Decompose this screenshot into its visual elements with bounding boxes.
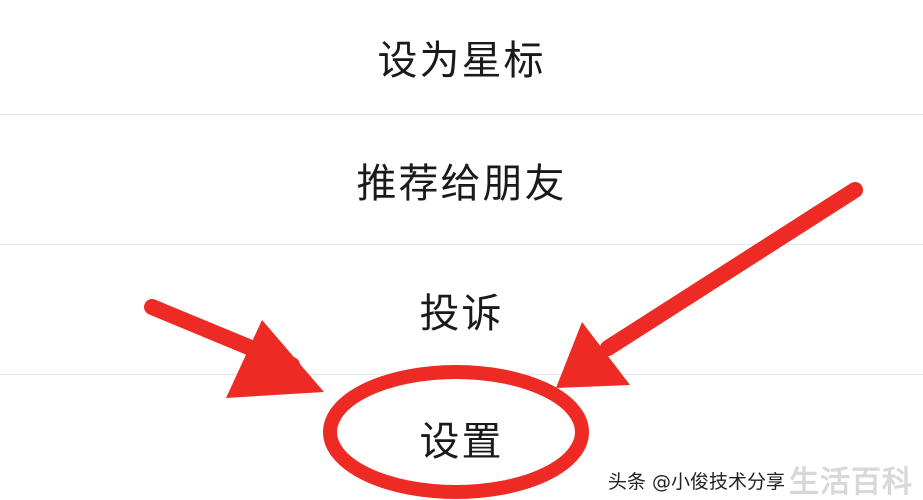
menu-item-label: 设为星标	[377, 38, 546, 84]
menu-item-label: 设置	[419, 418, 504, 465]
menu-item-complain[interactable]: 投诉	[0, 245, 923, 374]
menu-item-label: 投诉	[419, 290, 504, 337]
menu-item-settings[interactable]: 设置	[0, 375, 923, 500]
menu-item-recommend-to-friend[interactable]: 推荐给朋友	[0, 115, 923, 244]
menu-item-label: 推荐给朋友	[356, 160, 567, 207]
action-menu: 设为星标 推荐给朋友 投诉 设置	[0, 0, 923, 500]
menu-item-star[interactable]: 设为星标	[0, 0, 923, 114]
